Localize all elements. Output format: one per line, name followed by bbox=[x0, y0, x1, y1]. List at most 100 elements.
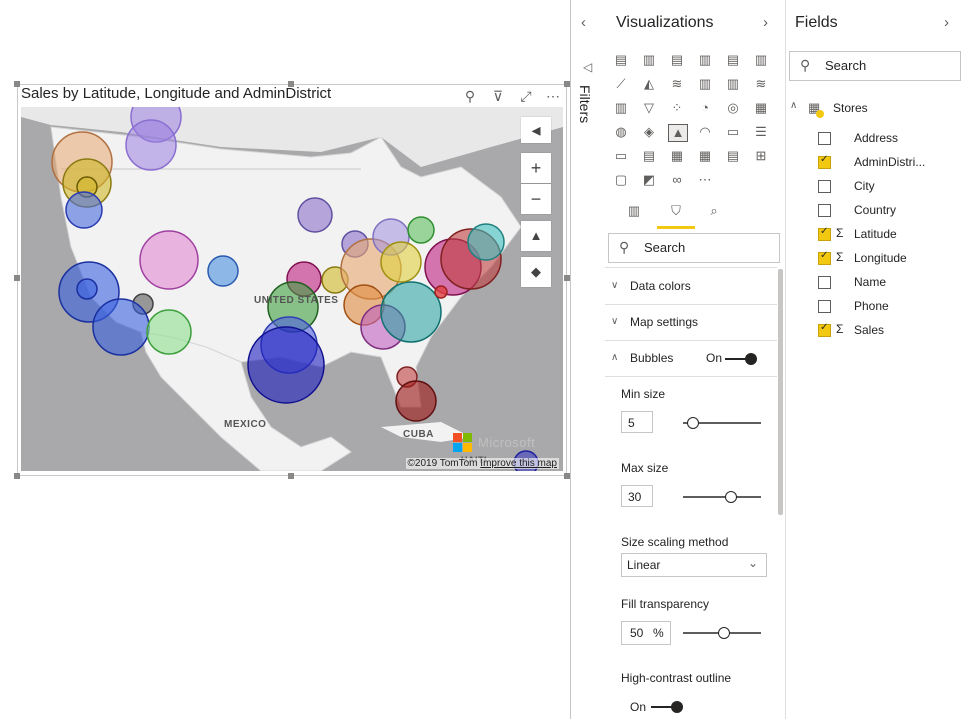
treemap-icon[interactable]: ▦ bbox=[752, 100, 770, 116]
line-chart-icon[interactable]: ⟋ bbox=[612, 76, 630, 92]
tilt-icon[interactable]: ▲ bbox=[521, 221, 551, 251]
filters-pane[interactable]: ‹ ◁ Filters bbox=[570, 0, 606, 719]
stacked-area-icon[interactable]: ≋ bbox=[668, 76, 686, 92]
clustered-column-icon[interactable]: ▥ bbox=[696, 52, 714, 68]
resize-handle[interactable] bbox=[14, 473, 20, 479]
bubble[interactable] bbox=[407, 216, 435, 244]
bubble[interactable] bbox=[380, 241, 422, 283]
area-chart-icon[interactable]: ◭ bbox=[640, 76, 658, 92]
slider-knob[interactable] bbox=[686, 417, 699, 429]
max-size-input[interactable]: 30 bbox=[621, 485, 653, 507]
custom-visual-icon[interactable]: ◩ bbox=[640, 172, 658, 188]
stacked-column-icon[interactable]: ▥ bbox=[640, 52, 658, 68]
table-stores[interactable]: ∧ ▦ Stores bbox=[786, 96, 962, 120]
scatter-icon[interactable]: ⁘ bbox=[668, 100, 686, 116]
bubble[interactable] bbox=[467, 223, 505, 261]
matrix-icon[interactable]: ▦ bbox=[696, 148, 714, 164]
field-item[interactable]: Σ Longitude bbox=[786, 246, 962, 270]
fields-tab-icon[interactable]: ▥ bbox=[625, 203, 643, 219]
bubble[interactable] bbox=[434, 285, 448, 299]
field-checkbox[interactable] bbox=[818, 276, 831, 289]
analytics-tab-icon[interactable]: ⌕ bbox=[705, 203, 723, 219]
100-column-icon[interactable]: ▥ bbox=[752, 52, 770, 68]
funnel-icon[interactable]: ▽ bbox=[640, 100, 658, 116]
format-search-input[interactable]: ⚲ Search bbox=[608, 233, 780, 263]
min-size-slider[interactable] bbox=[683, 417, 761, 429]
improve-map-link[interactable]: Improve this map bbox=[480, 458, 557, 469]
collapse-pane-icon[interactable]: ‹ bbox=[581, 14, 586, 31]
bubble[interactable] bbox=[146, 309, 192, 355]
chevron-right-icon[interactable]: › bbox=[944, 14, 949, 31]
field-item[interactable]: Σ Latitude bbox=[786, 222, 962, 246]
layer-toggle-icon[interactable]: ◂ bbox=[521, 117, 551, 143]
high-contrast-toggle[interactable] bbox=[651, 701, 683, 713]
azure-map-icon[interactable]: ▲ bbox=[668, 124, 688, 142]
more-options-icon[interactable]: ⋯ bbox=[544, 88, 562, 104]
decomposition-tree-icon[interactable]: ⊞ bbox=[752, 148, 770, 164]
map-icon[interactable]: ◍ bbox=[612, 124, 630, 140]
field-checkbox[interactable] bbox=[818, 154, 831, 169]
bubble[interactable] bbox=[207, 255, 239, 287]
zoom-out-icon[interactable]: − bbox=[521, 184, 551, 214]
line-column-icon[interactable]: ▥ bbox=[696, 76, 714, 92]
bubble[interactable] bbox=[395, 380, 437, 422]
filled-map-icon[interactable]: ◈ bbox=[640, 124, 658, 140]
section-bubbles[interactable]: ∧ Bubbles On bbox=[605, 341, 777, 377]
focus-mode-icon[interactable]: ⤢ bbox=[517, 88, 535, 104]
pie-chart-icon[interactable]: ◔ bbox=[696, 100, 714, 116]
field-item[interactable]: Phone bbox=[786, 294, 962, 318]
bubble[interactable] bbox=[125, 119, 177, 171]
scrollbar[interactable] bbox=[778, 269, 783, 515]
donut-chart-icon[interactable]: ◎ bbox=[724, 100, 742, 116]
bubble[interactable] bbox=[76, 278, 98, 300]
field-checkbox[interactable] bbox=[818, 322, 831, 337]
slider-knob[interactable] bbox=[725, 491, 737, 503]
field-item[interactable]: AdminDistri... bbox=[786, 150, 962, 174]
field-checkbox[interactable] bbox=[818, 226, 831, 241]
stacked-bar-icon[interactable]: ▤ bbox=[612, 52, 630, 68]
chevron-right-icon[interactable]: › bbox=[763, 14, 768, 31]
section-map-settings[interactable]: ∨ Map settings bbox=[605, 305, 777, 341]
card-icon[interactable]: ▭ bbox=[724, 124, 742, 140]
clustered-bar-icon[interactable]: ▤ bbox=[668, 52, 686, 68]
field-item[interactable]: Σ Sales bbox=[786, 318, 962, 342]
map-area[interactable]: UNITED STATES MEXICO CUBA HAITI Microsof… bbox=[21, 107, 563, 471]
resize-handle[interactable] bbox=[14, 81, 20, 87]
fill-transparency-input[interactable]: 50 % bbox=[621, 621, 671, 645]
more-visuals-icon[interactable]: ⋯ bbox=[696, 172, 714, 188]
bubble[interactable] bbox=[297, 197, 333, 233]
multi-row-card-icon[interactable]: ☰ bbox=[752, 124, 770, 140]
field-item[interactable]: City bbox=[786, 174, 962, 198]
zoom-in-icon[interactable]: + bbox=[521, 153, 551, 183]
filters-label[interactable]: Filters bbox=[577, 85, 593, 123]
scaling-method-dropdown[interactable]: Linear ⌄ bbox=[621, 553, 767, 577]
resize-handle[interactable] bbox=[288, 473, 294, 479]
table-icon[interactable]: ▦ bbox=[668, 148, 686, 164]
bubble[interactable] bbox=[65, 191, 103, 229]
fill-transparency-slider[interactable] bbox=[683, 627, 761, 639]
field-checkbox[interactable] bbox=[818, 300, 831, 313]
bubbles-toggle[interactable] bbox=[725, 353, 757, 365]
resize-handle[interactable] bbox=[14, 275, 20, 281]
kpi-icon[interactable]: ▭ bbox=[612, 148, 630, 164]
field-checkbox[interactable] bbox=[818, 180, 831, 193]
compass-icon[interactable]: ◆ bbox=[521, 257, 551, 287]
ribbon-chart-icon[interactable]: ≋ bbox=[752, 76, 770, 92]
field-checkbox[interactable] bbox=[818, 132, 831, 145]
waterfall-icon[interactable]: ▥ bbox=[612, 100, 630, 116]
gauge-icon[interactable]: ◠ bbox=[696, 124, 714, 140]
filter-icon[interactable]: ⊽ bbox=[489, 88, 507, 104]
map-visual[interactable]: Sales by Latitude, Longitude and AdminDi… bbox=[14, 81, 570, 479]
field-checkbox[interactable] bbox=[818, 250, 831, 265]
field-item[interactable]: Address bbox=[786, 126, 962, 150]
bubble[interactable] bbox=[380, 281, 442, 343]
fields-search-input[interactable]: ⚲ Search bbox=[789, 51, 961, 81]
bubble[interactable] bbox=[92, 298, 150, 356]
pin-icon[interactable]: ⚲ bbox=[461, 88, 479, 104]
bubble[interactable] bbox=[139, 230, 199, 290]
format-paint-roller-icon[interactable]: ⛉ bbox=[667, 203, 685, 219]
section-data-colors[interactable]: ∨ Data colors bbox=[605, 269, 777, 305]
line-stacked-column-icon[interactable]: ▥ bbox=[724, 76, 742, 92]
bubble[interactable] bbox=[247, 326, 325, 404]
qa-icon[interactable]: ▢ bbox=[612, 172, 630, 188]
